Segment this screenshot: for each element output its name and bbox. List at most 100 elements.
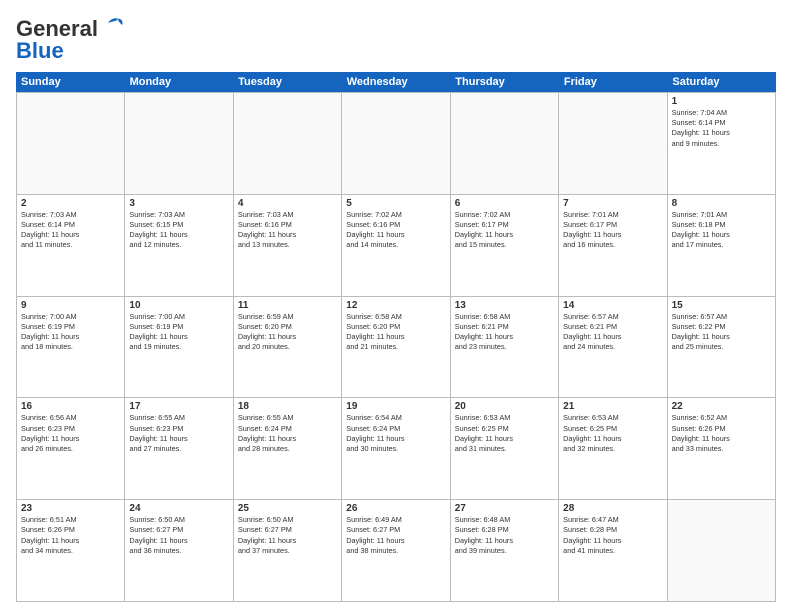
day-number: 21 (563, 401, 662, 412)
day-info: Sunrise: 6:58 AM Sunset: 6:21 PM Dayligh… (455, 312, 554, 353)
weekday-header-tuesday: Tuesday (233, 72, 342, 92)
page: General Blue SundayMondayTuesdayWednesda… (0, 0, 792, 612)
day-cell-6: 6Sunrise: 7:02 AM Sunset: 6:17 PM Daylig… (451, 195, 559, 296)
day-cell-15: 15Sunrise: 6:57 AM Sunset: 6:22 PM Dayli… (668, 297, 776, 398)
day-info: Sunrise: 6:55 AM Sunset: 6:24 PM Dayligh… (238, 413, 337, 454)
header: General Blue (16, 16, 776, 64)
day-number: 5 (346, 198, 445, 209)
day-info: Sunrise: 6:53 AM Sunset: 6:25 PM Dayligh… (455, 413, 554, 454)
empty-cell (451, 93, 559, 194)
day-info: Sunrise: 7:00 AM Sunset: 6:19 PM Dayligh… (21, 312, 120, 353)
calendar-row-2: 2Sunrise: 7:03 AM Sunset: 6:14 PM Daylig… (17, 195, 776, 297)
day-info: Sunrise: 6:57 AM Sunset: 6:21 PM Dayligh… (563, 312, 662, 353)
day-info: Sunrise: 7:02 AM Sunset: 6:16 PM Dayligh… (346, 210, 445, 251)
empty-cell (125, 93, 233, 194)
day-number: 16 (21, 401, 120, 412)
calendar-row-5: 23Sunrise: 6:51 AM Sunset: 6:26 PM Dayli… (17, 500, 776, 602)
day-cell-11: 11Sunrise: 6:59 AM Sunset: 6:20 PM Dayli… (234, 297, 342, 398)
empty-cell (17, 93, 125, 194)
day-number: 25 (238, 503, 337, 514)
day-info: Sunrise: 7:02 AM Sunset: 6:17 PM Dayligh… (455, 210, 554, 251)
day-number: 19 (346, 401, 445, 412)
day-info: Sunrise: 6:53 AM Sunset: 6:25 PM Dayligh… (563, 413, 662, 454)
weekday-header-friday: Friday (559, 72, 668, 92)
day-info: Sunrise: 6:57 AM Sunset: 6:22 PM Dayligh… (672, 312, 771, 353)
day-number: 12 (346, 300, 445, 311)
day-number: 13 (455, 300, 554, 311)
weekday-header-saturday: Saturday (667, 72, 776, 92)
day-number: 3 (129, 198, 228, 209)
day-cell-20: 20Sunrise: 6:53 AM Sunset: 6:25 PM Dayli… (451, 398, 559, 499)
weekday-header-thursday: Thursday (450, 72, 559, 92)
weekday-header-wednesday: Wednesday (342, 72, 451, 92)
weekday-header-sunday: Sunday (16, 72, 125, 92)
day-number: 26 (346, 503, 445, 514)
day-cell-16: 16Sunrise: 6:56 AM Sunset: 6:23 PM Dayli… (17, 398, 125, 499)
day-cell-26: 26Sunrise: 6:49 AM Sunset: 6:27 PM Dayli… (342, 500, 450, 601)
empty-cell (234, 93, 342, 194)
logo-blue: Blue (16, 38, 64, 64)
day-info: Sunrise: 6:52 AM Sunset: 6:26 PM Dayligh… (672, 413, 771, 454)
calendar-row-3: 9Sunrise: 7:00 AM Sunset: 6:19 PM Daylig… (17, 297, 776, 399)
day-info: Sunrise: 6:51 AM Sunset: 6:26 PM Dayligh… (21, 515, 120, 556)
day-cell-27: 27Sunrise: 6:48 AM Sunset: 6:28 PM Dayli… (451, 500, 559, 601)
day-cell-12: 12Sunrise: 6:58 AM Sunset: 6:20 PM Dayli… (342, 297, 450, 398)
day-info: Sunrise: 7:03 AM Sunset: 6:15 PM Dayligh… (129, 210, 228, 251)
day-number: 22 (672, 401, 771, 412)
day-cell-25: 25Sunrise: 6:50 AM Sunset: 6:27 PM Dayli… (234, 500, 342, 601)
day-number: 7 (563, 198, 662, 209)
calendar-header: SundayMondayTuesdayWednesdayThursdayFrid… (16, 72, 776, 92)
day-cell-17: 17Sunrise: 6:55 AM Sunset: 6:23 PM Dayli… (125, 398, 233, 499)
day-number: 20 (455, 401, 554, 412)
day-number: 15 (672, 300, 771, 311)
day-cell-10: 10Sunrise: 7:00 AM Sunset: 6:19 PM Dayli… (125, 297, 233, 398)
day-info: Sunrise: 7:01 AM Sunset: 6:17 PM Dayligh… (563, 210, 662, 251)
day-cell-21: 21Sunrise: 6:53 AM Sunset: 6:25 PM Dayli… (559, 398, 667, 499)
calendar-body: 1Sunrise: 7:04 AM Sunset: 6:14 PM Daylig… (16, 92, 776, 602)
calendar-row-4: 16Sunrise: 6:56 AM Sunset: 6:23 PM Dayli… (17, 398, 776, 500)
day-number: 1 (672, 96, 771, 107)
day-cell-1: 1Sunrise: 7:04 AM Sunset: 6:14 PM Daylig… (668, 93, 776, 194)
day-info: Sunrise: 7:00 AM Sunset: 6:19 PM Dayligh… (129, 312, 228, 353)
day-info: Sunrise: 6:48 AM Sunset: 6:28 PM Dayligh… (455, 515, 554, 556)
calendar-row-1: 1Sunrise: 7:04 AM Sunset: 6:14 PM Daylig… (17, 93, 776, 195)
day-cell-5: 5Sunrise: 7:02 AM Sunset: 6:16 PM Daylig… (342, 195, 450, 296)
day-number: 6 (455, 198, 554, 209)
day-cell-28: 28Sunrise: 6:47 AM Sunset: 6:28 PM Dayli… (559, 500, 667, 601)
day-number: 27 (455, 503, 554, 514)
day-info: Sunrise: 7:04 AM Sunset: 6:14 PM Dayligh… (672, 108, 771, 149)
day-info: Sunrise: 7:03 AM Sunset: 6:16 PM Dayligh… (238, 210, 337, 251)
day-number: 14 (563, 300, 662, 311)
day-info: Sunrise: 6:50 AM Sunset: 6:27 PM Dayligh… (129, 515, 228, 556)
day-cell-19: 19Sunrise: 6:54 AM Sunset: 6:24 PM Dayli… (342, 398, 450, 499)
empty-cell (559, 93, 667, 194)
logo-bird-icon (100, 17, 124, 37)
day-info: Sunrise: 7:03 AM Sunset: 6:14 PM Dayligh… (21, 210, 120, 251)
day-info: Sunrise: 7:01 AM Sunset: 6:18 PM Dayligh… (672, 210, 771, 251)
day-info: Sunrise: 6:55 AM Sunset: 6:23 PM Dayligh… (129, 413, 228, 454)
day-number: 2 (21, 198, 120, 209)
day-cell-8: 8Sunrise: 7:01 AM Sunset: 6:18 PM Daylig… (668, 195, 776, 296)
day-info: Sunrise: 6:54 AM Sunset: 6:24 PM Dayligh… (346, 413, 445, 454)
logo: General Blue (16, 16, 124, 64)
calendar: SundayMondayTuesdayWednesdayThursdayFrid… (16, 72, 776, 602)
day-info: Sunrise: 6:56 AM Sunset: 6:23 PM Dayligh… (21, 413, 120, 454)
day-cell-2: 2Sunrise: 7:03 AM Sunset: 6:14 PM Daylig… (17, 195, 125, 296)
day-cell-13: 13Sunrise: 6:58 AM Sunset: 6:21 PM Dayli… (451, 297, 559, 398)
day-number: 4 (238, 198, 337, 209)
day-cell-3: 3Sunrise: 7:03 AM Sunset: 6:15 PM Daylig… (125, 195, 233, 296)
day-cell-7: 7Sunrise: 7:01 AM Sunset: 6:17 PM Daylig… (559, 195, 667, 296)
day-number: 18 (238, 401, 337, 412)
day-info: Sunrise: 6:47 AM Sunset: 6:28 PM Dayligh… (563, 515, 662, 556)
day-info: Sunrise: 6:59 AM Sunset: 6:20 PM Dayligh… (238, 312, 337, 353)
day-number: 17 (129, 401, 228, 412)
day-number: 28 (563, 503, 662, 514)
day-cell-18: 18Sunrise: 6:55 AM Sunset: 6:24 PM Dayli… (234, 398, 342, 499)
day-number: 23 (21, 503, 120, 514)
day-number: 9 (21, 300, 120, 311)
empty-cell (668, 500, 776, 601)
day-cell-22: 22Sunrise: 6:52 AM Sunset: 6:26 PM Dayli… (668, 398, 776, 499)
day-info: Sunrise: 6:50 AM Sunset: 6:27 PM Dayligh… (238, 515, 337, 556)
day-cell-24: 24Sunrise: 6:50 AM Sunset: 6:27 PM Dayli… (125, 500, 233, 601)
day-number: 8 (672, 198, 771, 209)
